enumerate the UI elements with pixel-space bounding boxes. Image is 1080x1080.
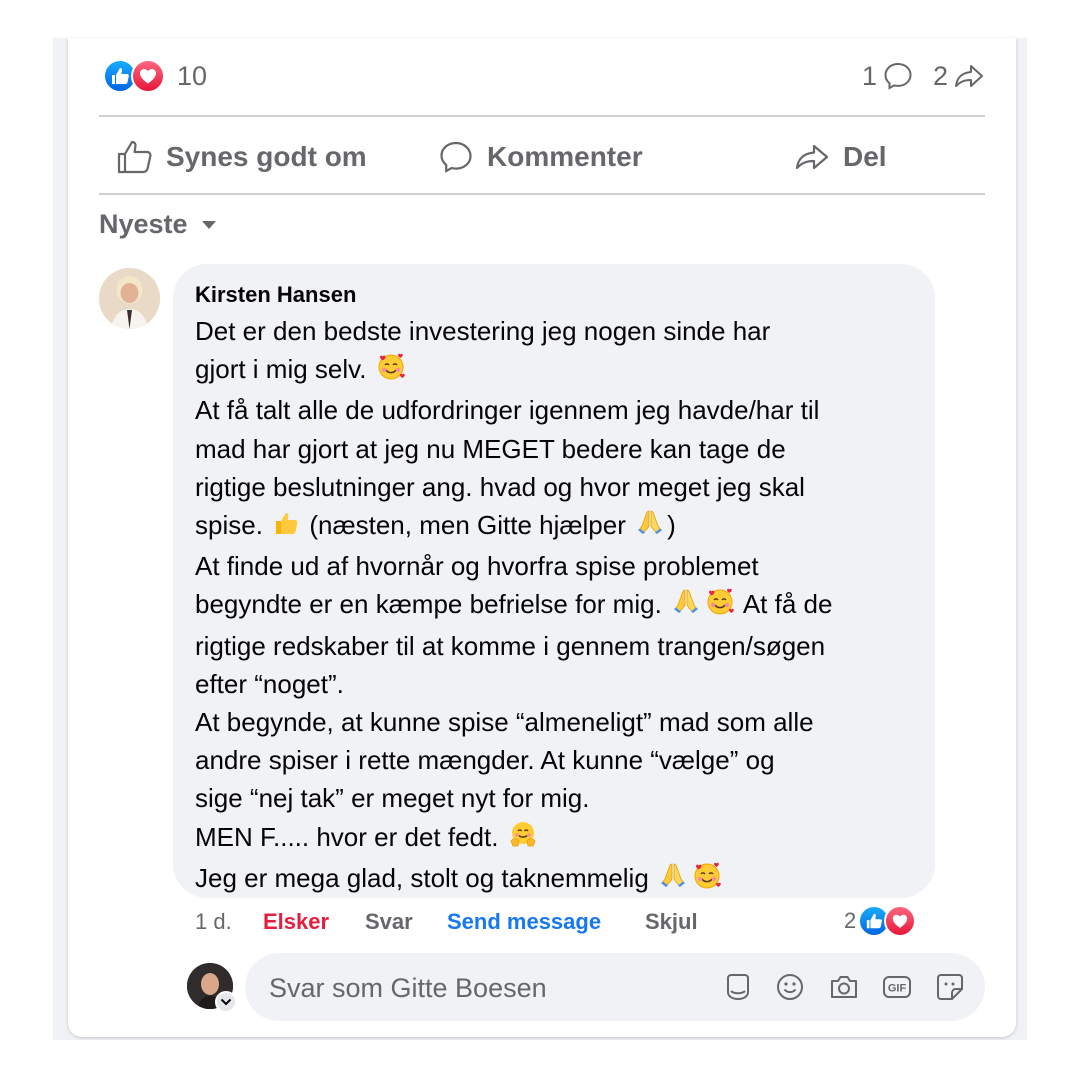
share-count[interactable]: 2 <box>933 61 948 92</box>
comment-line: sige “nej tak” er meget nyt for mig. <box>195 779 915 817</box>
comment-line: rigtige redskaber til at komme i gennem … <box>195 627 915 665</box>
gif-icon[interactable]: GIF <box>880 970 914 1004</box>
comment-line-text: At begynde, at kunne spise “almeneligt” … <box>195 707 814 738</box>
send-message-button[interactable]: Send message <box>447 906 601 938</box>
share-button[interactable]: Del <box>793 134 887 180</box>
svg-text:GIF: GIF <box>888 983 907 995</box>
sort-label: Nyeste <box>99 208 188 239</box>
avatar[interactable] <box>99 268 160 329</box>
share-icon <box>795 144 829 170</box>
smiling-face-with-hearts-emoji-icon <box>705 586 735 626</box>
divider-top <box>99 115 985 117</box>
like-button[interactable]: Synes godt om <box>116 134 367 180</box>
comment-line-text: andre spiser i rette mængder. At kunne “… <box>195 745 775 776</box>
folded-hands-emoji-icon <box>658 860 688 900</box>
account-switcher-chevron-icon[interactable] <box>215 991 237 1013</box>
like-button-label: Synes godt om <box>166 141 367 172</box>
folded-hands-emoji-icon <box>635 507 665 547</box>
love-icon <box>131 59 165 93</box>
comment-line: gjort i mig selv. <box>195 350 915 391</box>
comment-author[interactable]: Kirsten Hansen <box>195 282 915 308</box>
sort-dropdown[interactable]: Nyeste <box>99 206 218 242</box>
comment-text: Det er den bedste investering jeg nogen … <box>195 312 915 900</box>
avatar-sticker-icon[interactable] <box>933 970 967 1004</box>
comment-line: spise. (næsten, men Gitte hjælper ) <box>195 506 915 547</box>
comment-line-text: spise. <box>195 510 263 541</box>
reply-box: GIF <box>245 953 985 1023</box>
divider-bottom <box>99 193 985 195</box>
share-count-icon <box>955 65 983 87</box>
reaction-love-button[interactable]: Elsker <box>263 906 329 938</box>
thumbs-up-emoji-icon <box>272 509 300 547</box>
thumbs-up-outline-icon <box>117 140 152 174</box>
comment-reaction-summary[interactable]: 2 <box>844 904 917 938</box>
comment-line: At få talt alle de udfordringer igennem … <box>195 391 915 429</box>
comment-button-label: Kommenter <box>487 141 643 172</box>
reaction-summary[interactable]: 10 <box>103 58 207 94</box>
comment-count-icon <box>884 62 912 90</box>
comment-line-text: Det er den bedste investering jeg nogen … <box>195 316 771 346</box>
smiling-face-with-hearts-emoji-icon <box>376 351 406 391</box>
emoji-icon[interactable] <box>773 970 807 1004</box>
comment-line-text: sige “nej tak” er meget nyt for mig. <box>195 783 590 814</box>
comment-line: Jeg er mega glad, stolt og taknemmelig <box>195 859 915 900</box>
comment-line: At finde ud af hvornår og hvorfra spise … <box>195 547 915 585</box>
comment-line: At begynde, at kunne spise “almeneligt” … <box>195 703 915 741</box>
comment-line-text: ) <box>667 510 676 541</box>
comment-line-text: (næsten, men Gitte hjælper <box>309 510 626 541</box>
comment-reaction-count: 2 <box>844 908 857 933</box>
comment-line-text: rigtige redskaber til at komme i gennem … <box>195 630 826 661</box>
post-stats: 1 2 <box>862 58 986 94</box>
comment-count[interactable]: 1 <box>862 61 877 92</box>
comment-line-text: gjort i mig selv. <box>195 354 367 385</box>
camera-icon[interactable] <box>827 970 861 1004</box>
reaction-count: 10 <box>177 60 208 91</box>
comment-line: begyndte er en kæmpe befrielse for mig. … <box>195 585 915 626</box>
comment-line-text: At få de <box>742 589 833 620</box>
reply-button[interactable]: Svar <box>365 906 413 938</box>
comment-line-text: Jeg er mega glad, stolt og taknemmelig <box>195 862 649 893</box>
comment-line: Det er den bedste investering jeg nogen … <box>195 312 915 350</box>
comment-line: rigtige beslutninger ang. hvad og hvor m… <box>195 468 915 506</box>
folded-hands-emoji-icon <box>671 586 701 626</box>
smiling-face-with-hearts-emoji-icon <box>692 860 722 900</box>
comment-line: andre spiser i rette mængder. At kunne “… <box>195 741 915 779</box>
caret-down-icon <box>201 221 216 229</box>
comment-icon <box>440 141 472 173</box>
comment-line-text: At få talt alle de udfordringer igennem … <box>195 395 820 426</box>
comment-line-text: mad har gjort at jeg nu MEGET bedere kan… <box>195 433 786 464</box>
comment-line: efter “noget”. <box>195 665 915 703</box>
comment-timestamp[interactable]: 1 d. <box>195 906 232 938</box>
sticker-icon[interactable] <box>721 970 755 1004</box>
comment-bubble: Kirsten Hansen Det er den bedste investe… <box>173 264 935 898</box>
share-button-label: Del <box>843 141 887 172</box>
comment-button[interactable]: Kommenter <box>437 134 643 180</box>
hide-button[interactable]: Skjul <box>645 906 698 938</box>
comment-line: MEN F..... hvor er det fedt. <box>195 818 915 859</box>
comment-line-text: At finde ud af hvornår og hvorfra spise … <box>195 551 759 582</box>
love-icon <box>884 905 917 937</box>
comment-line-text: rigtige beslutninger ang. hvad og hvor m… <box>195 471 805 502</box>
comment-line-text: efter “noget”. <box>195 668 344 699</box>
comment-line-text: MEN F..... hvor er det fedt. <box>195 821 499 852</box>
reply-input[interactable] <box>267 953 701 1023</box>
hugging-face-emoji-icon <box>508 819 538 859</box>
comment-line-text: begyndte er en kæmpe befrielse for mig. <box>195 589 662 620</box>
comment-line: mad har gjort at jeg nu MEGET bedere kan… <box>195 430 915 468</box>
